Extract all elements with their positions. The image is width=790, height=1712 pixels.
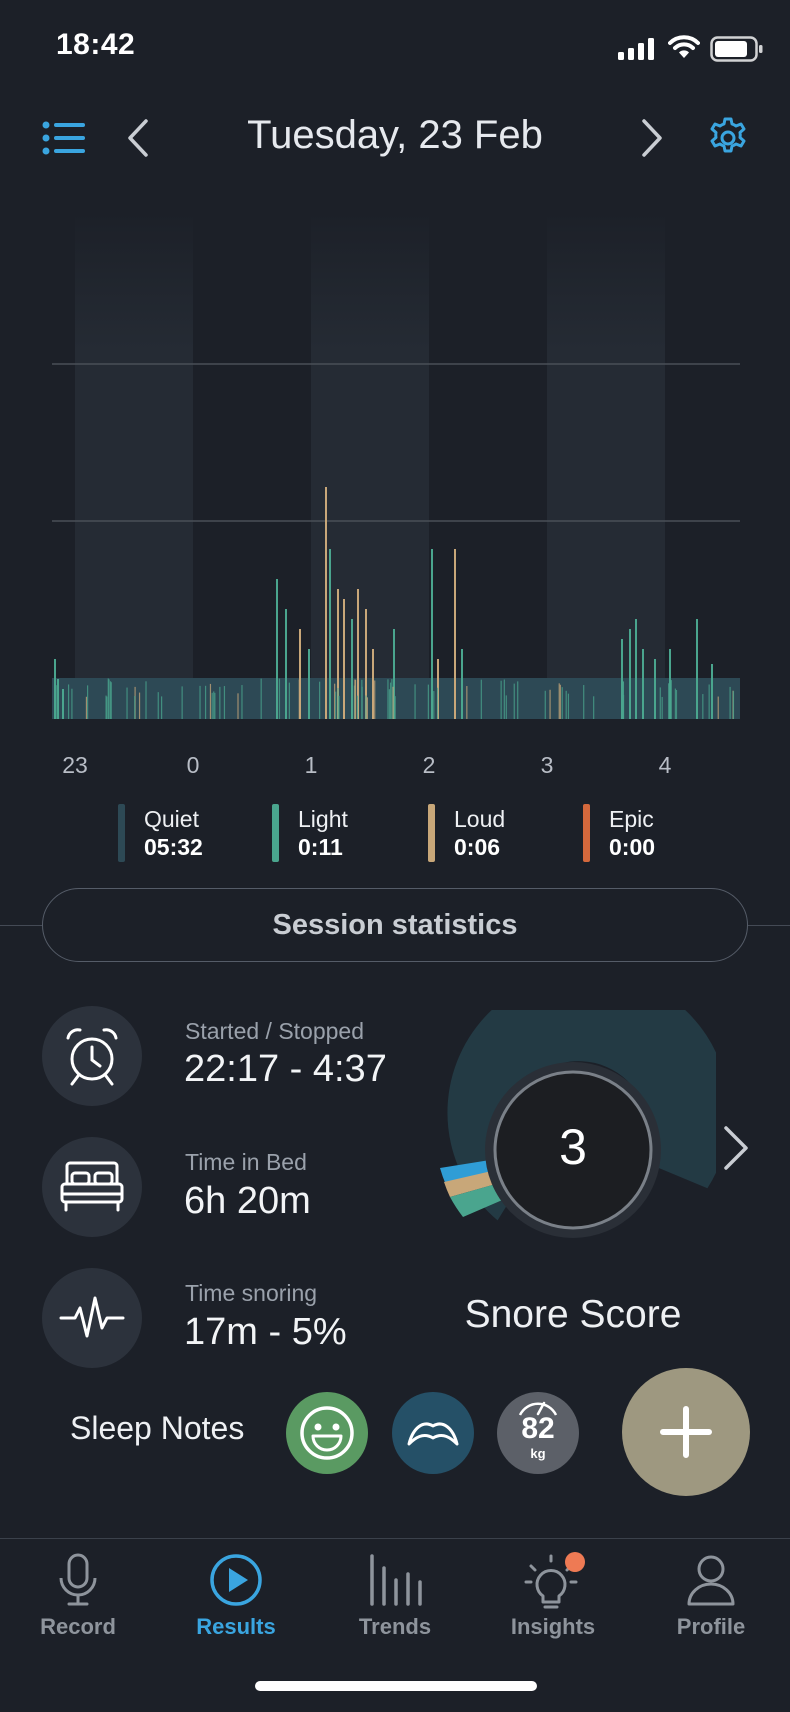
legend-value: 0:11 <box>298 834 343 860</box>
snore-chart <box>52 210 740 719</box>
x-tick-label: 23 <box>62 752 88 778</box>
stat-label: Time snoring <box>185 1280 318 1306</box>
mouthguard-icon <box>407 1422 459 1446</box>
microphone-icon <box>59 1553 97 1606</box>
alarm-clock-icon <box>66 1028 118 1086</box>
mood-note-button[interactable] <box>286 1392 368 1474</box>
chevron-right-icon <box>724 1126 748 1170</box>
stat-label: Time in Bed <box>185 1149 307 1175</box>
snore-score-label: Snore Score <box>464 1293 682 1336</box>
stat-label: Started / Stopped <box>185 1018 365 1044</box>
tab-label: Record <box>40 1614 116 1639</box>
tab-label: Results <box>196 1614 276 1639</box>
hour-band <box>547 210 665 678</box>
cellular-signal-icon <box>618 38 654 60</box>
x-tick-label: 3 <box>540 752 554 778</box>
tab-label: Profile <box>676 1614 746 1639</box>
tab-bar-divider <box>0 1538 790 1539</box>
smiley-icon <box>300 1406 354 1460</box>
score-details-button[interactable] <box>716 1118 756 1178</box>
add-sleep-note-button[interactable] <box>622 1368 750 1496</box>
tab-label: Insights <box>510 1614 596 1639</box>
battery-icon <box>710 36 763 62</box>
session-statistics-button[interactable]: Session statistics <box>42 888 748 962</box>
weight-note-button[interactable]: 82 kg <box>497 1392 579 1474</box>
notification-badge <box>565 1552 585 1572</box>
chevron-right-icon <box>642 119 662 157</box>
heartbeat-icon <box>59 1296 125 1338</box>
weight-unit: kg <box>530 1446 546 1461</box>
play-circle-icon <box>210 1554 262 1606</box>
next-day-button[interactable] <box>622 108 682 168</box>
gear-icon <box>710 117 746 153</box>
plus-icon <box>660 1406 712 1458</box>
bars-icon <box>370 1554 422 1606</box>
tab-record[interactable]: Record <box>8 1548 148 1648</box>
tab-label: Trends <box>358 1614 432 1639</box>
stat-value: 17m - 5% <box>184 1311 347 1353</box>
stat-value: 6h 20m <box>184 1180 311 1222</box>
legend-value: 05:32 <box>144 834 203 860</box>
legend-swatch <box>428 804 435 862</box>
x-tick-label: 1 <box>304 752 318 778</box>
weight-value: 82 <box>521 1412 555 1445</box>
bed-icon <box>60 1161 124 1212</box>
bed-icon-circle <box>42 1137 142 1237</box>
hour-band <box>75 210 193 678</box>
alarm-clock-icon-circle <box>42 1006 142 1106</box>
home-indicator[interactable] <box>255 1681 537 1691</box>
sleep-notes-label: Sleep Notes <box>70 1410 245 1446</box>
legend-value: 0:06 <box>454 834 501 860</box>
person-icon <box>687 1555 735 1606</box>
status-time: 18:42 <box>56 28 136 61</box>
tab-profile[interactable]: Profile <box>641 1548 781 1648</box>
legend-label: Loud <box>454 806 506 832</box>
legend-swatch <box>118 804 125 862</box>
tab-results[interactable]: Results <box>166 1548 306 1648</box>
x-tick-label: 4 <box>658 752 672 778</box>
x-tick-label: 2 <box>422 752 436 778</box>
hour-band <box>311 210 429 678</box>
legend-swatch <box>583 804 590 862</box>
settings-button[interactable] <box>698 108 758 168</box>
legend-value: 0:00 <box>609 834 656 860</box>
legend-label: Quiet <box>144 806 199 832</box>
heartbeat-icon-circle <box>42 1268 142 1368</box>
x-tick-label: 0 <box>186 752 200 778</box>
legend-label: Light <box>298 806 348 832</box>
remedy-note-button[interactable] <box>392 1392 474 1474</box>
legend-swatch <box>272 804 279 862</box>
tab-insights[interactable]: Insights <box>483 1548 623 1648</box>
snore-score-value: 3 <box>559 1119 587 1175</box>
stat-value: 22:17 - 4:37 <box>184 1048 387 1090</box>
tab-trends[interactable]: Trends <box>325 1548 465 1648</box>
wifi-icon <box>668 35 700 58</box>
legend-label: Epic <box>609 806 654 832</box>
